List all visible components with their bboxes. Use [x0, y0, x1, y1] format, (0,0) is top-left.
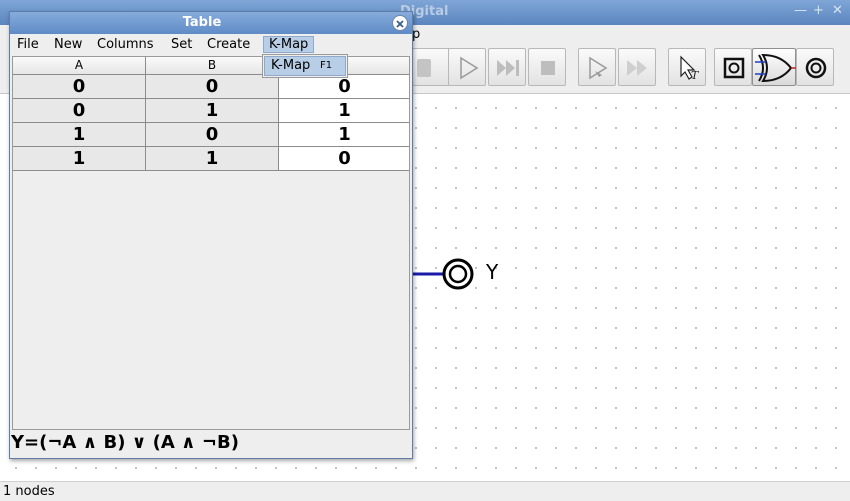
table-cell[interactable]: 0 — [146, 123, 279, 147]
play-icon — [460, 56, 479, 80]
output-y-label: Y — [486, 260, 499, 284]
input-square-icon — [723, 57, 745, 79]
table-cell[interactable]: 1 — [279, 123, 409, 147]
table-cell[interactable]: 1 — [146, 147, 279, 171]
table-cell[interactable]: 0 — [146, 75, 279, 99]
stop-simulation-button[interactable] — [528, 48, 566, 86]
xor-gate-button[interactable] — [752, 48, 796, 86]
run-to-break-button[interactable] — [618, 48, 656, 86]
menu-new[interactable]: New — [49, 36, 87, 53]
table-cell[interactable]: 1 — [13, 147, 146, 171]
column-header-b[interactable]: B — [146, 57, 279, 75]
status-bar: 1 nodes — [0, 481, 850, 501]
menu-create[interactable]: Create — [202, 36, 255, 53]
boolean-expression: Y=(¬A ∧ B) ∨ (A ∧ ¬B) — [11, 432, 239, 453]
truth-table: A B Y 0 0 0 0 1 1 1 0 1 1 1 0 — [12, 56, 410, 430]
close-dialog-button[interactable] — [392, 15, 408, 31]
output-component-button[interactable] — [796, 48, 834, 86]
single-step-button[interactable] — [578, 48, 616, 86]
maximize-button[interactable]: + — [813, 3, 824, 18]
output-y-icon[interactable] — [442, 258, 474, 290]
stop-square-icon — [541, 61, 555, 75]
minimize-button[interactable]: — — [794, 3, 807, 18]
table-cell[interactable]: 0 — [279, 75, 409, 99]
kmap-menu-item[interactable]: K-Map F1 — [264, 56, 346, 76]
input-component-button[interactable] — [714, 48, 752, 86]
start-simulation-button[interactable] — [448, 48, 486, 86]
main-menu-help[interactable]: p — [412, 27, 420, 42]
table-cell[interactable]: 0 — [13, 75, 146, 99]
column-header-a[interactable]: A — [13, 57, 146, 75]
table-dialog-title: Table — [182, 15, 222, 30]
table-cell[interactable]: 1 — [13, 123, 146, 147]
stop-sim-partial-button[interactable] — [412, 48, 450, 86]
kmap-item-label: K-Map — [271, 58, 311, 73]
table-dialog: Table File New Columns Set Create K-Map … — [9, 11, 413, 459]
table-menubar: File New Columns Set Create K-Map — [10, 34, 412, 55]
output-circle-icon — [805, 57, 827, 79]
close-window-button[interactable]: ✕ — [832, 3, 843, 18]
kmap-item-shortcut: F1 — [320, 60, 333, 71]
svg-text:T: T — [691, 69, 700, 82]
test-case-button[interactable]: T — [668, 48, 706, 86]
fast-step-icon — [497, 60, 519, 76]
menu-columns[interactable]: Columns — [92, 36, 159, 53]
kmap-dropdown: K-Map F1 — [262, 54, 348, 78]
cursor-text-icon: T — [680, 55, 700, 82]
table-cell[interactable]: 1 — [146, 99, 279, 123]
table-cell[interactable]: 0 — [13, 99, 146, 123]
menu-kmap[interactable]: K-Map — [263, 36, 315, 53]
table-cell[interactable]: 1 — [279, 99, 409, 123]
step-icon — [589, 56, 608, 80]
xor-gate-icon — [755, 53, 796, 83]
status-text: 1 nodes — [3, 484, 55, 499]
table-cell[interactable]: 0 — [279, 147, 409, 171]
table-dialog-titlebar[interactable]: Table — [10, 12, 412, 34]
boolean-expression-panel: Y=(¬A ∧ B) ∨ (A ∧ ¬B) — [10, 432, 412, 458]
close-icon — [396, 20, 404, 28]
menu-set[interactable]: Set — [166, 36, 197, 53]
step-forward-button[interactable] — [488, 48, 526, 86]
fast-forward-icon — [627, 60, 647, 76]
stop-icon — [417, 59, 431, 77]
menu-file[interactable]: File — [12, 36, 44, 53]
